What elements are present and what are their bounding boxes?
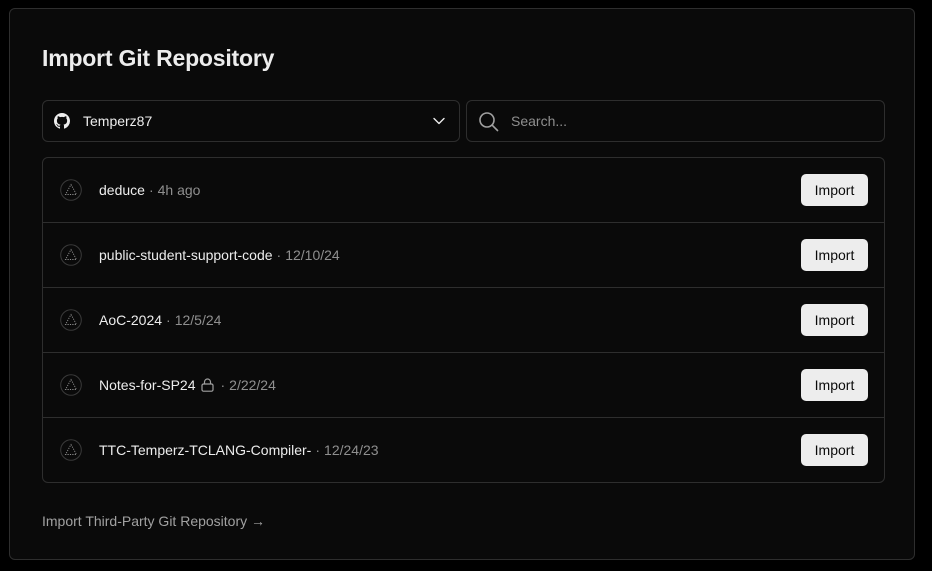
import-button[interactable]: Import [801,369,868,401]
repo-date: 12/10/24 [285,247,340,263]
search-input[interactable] [511,101,871,141]
repo-row: TTC-Temperz-TCLANG-Compiler- · 12/24/23 … [43,418,884,482]
search-icon [479,112,499,132]
repo-name: Notes-for-SP24 [99,377,196,393]
repo-info: deduce · 4h ago [99,182,200,198]
chevron-down-icon [433,117,445,125]
repo-name: deduce [99,182,145,198]
vercel-avatar-icon [60,179,82,201]
repo-row: deduce · 4h ago Import [43,158,884,223]
repo-row: Notes-for-SP24 · 2/22/24 Import [43,353,884,418]
vercel-avatar-icon [60,374,82,396]
separator: · [315,442,321,458]
repo-date: 2/22/24 [229,377,276,393]
import-button[interactable]: Import [801,239,868,271]
repo-date: 4h ago [157,182,201,198]
import-third-party-link[interactable]: Import Third-Party Git Repository → [42,513,265,529]
vercel-avatar-icon [60,244,82,266]
repo-info: TTC-Temperz-TCLANG-Compiler- · 12/24/23 [99,442,379,458]
repo-date: 12/5/24 [174,312,222,328]
repo-row: AoC-2024 · 12/5/24 Import [43,288,884,353]
separator: · [220,377,226,393]
repo-info: public-student-support-code · 12/10/24 [99,247,340,263]
repo-row: public-student-support-code · 12/10/24 I… [43,223,884,288]
import-button[interactable]: Import [801,304,868,336]
vercel-avatar-icon [60,309,82,331]
repo-name: public-student-support-code [99,247,273,263]
repo-info: Notes-for-SP24 · 2/22/24 [99,377,276,393]
search-box [466,100,885,142]
repo-date: 12/24/23 [324,442,379,458]
lock-icon [201,378,215,392]
separator: · [148,182,154,198]
separator: · [166,312,171,328]
repo-name: AoC-2024 [99,312,163,328]
vercel-avatar-icon [60,439,82,461]
import-card: Import Git Repository Temperz87 deduce ·… [9,8,915,560]
account-name: Temperz87 [83,113,153,129]
repo-info: AoC-2024 · 12/5/24 [99,312,221,328]
account-select[interactable]: Temperz87 [42,100,460,142]
repo-name: TTC-Temperz-TCLANG-Compiler- [99,442,312,458]
page-title: Import Git Repository [42,45,275,71]
repo-list: deduce · 4h ago Import public-student-su… [42,157,885,483]
separator: · [276,247,282,263]
import-button[interactable]: Import [801,434,868,466]
import-button[interactable]: Import [801,174,868,206]
github-icon [54,113,70,129]
